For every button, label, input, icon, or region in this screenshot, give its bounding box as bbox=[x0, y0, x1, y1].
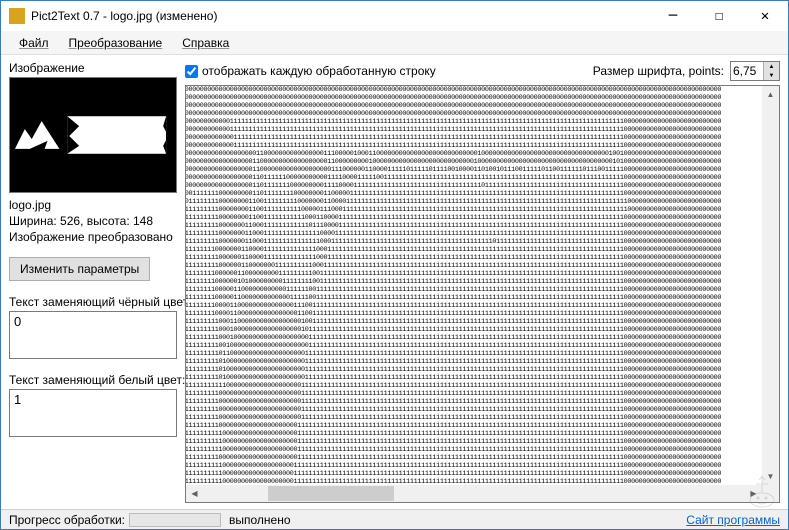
minimize-button[interactable]: ─ bbox=[650, 1, 696, 31]
app-icon bbox=[9, 8, 25, 24]
show-lines-checkbox[interactable] bbox=[185, 65, 198, 78]
site-link[interactable]: Сайт программы bbox=[686, 513, 780, 527]
image-section-label: Изображение bbox=[9, 61, 177, 75]
image-status: Изображение преобразовано bbox=[9, 229, 177, 245]
image-filename: logo.jpg bbox=[9, 197, 177, 213]
black-text-input[interactable] bbox=[9, 311, 177, 359]
scroll-corner bbox=[762, 485, 779, 502]
progress-label: Прогресс обработки: bbox=[9, 513, 125, 527]
scroll-left-icon[interactable]: ◀ bbox=[186, 485, 203, 502]
scroll-up-icon[interactable]: ▲ bbox=[762, 86, 779, 103]
statusbar: Прогресс обработки: выполнено Сайт прогр… bbox=[1, 509, 788, 529]
font-size-label: Размер шрифта, points: bbox=[593, 64, 724, 78]
close-button[interactable]: ✕ bbox=[742, 1, 788, 31]
show-lines-label: отображать каждую обработанную строку bbox=[202, 64, 436, 78]
scrollbar-horizontal[interactable]: ◀ ▶ bbox=[186, 485, 762, 502]
progress-bar bbox=[129, 513, 221, 527]
scroll-right-icon[interactable]: ▶ bbox=[745, 485, 762, 502]
image-preview bbox=[9, 77, 177, 193]
image-dimensions: Ширина: 526, высота: 148 bbox=[9, 213, 177, 229]
font-size-up[interactable]: ▲ bbox=[764, 62, 779, 71]
status-done: выполнено bbox=[229, 513, 686, 527]
window-title: Pict2Text 0.7 - logo.jpg (изменено) bbox=[31, 9, 650, 23]
font-size-spinner[interactable]: ▲ ▼ bbox=[730, 61, 780, 81]
titlebar: Pict2Text 0.7 - logo.jpg (изменено) ─ ☐ … bbox=[1, 1, 788, 31]
white-text-label: Текст заменяющий белый цвет: bbox=[9, 373, 177, 387]
scrollbar-vertical[interactable]: ▲ ▼ bbox=[762, 86, 779, 485]
change-params-button[interactable]: Изменить параметры bbox=[9, 257, 150, 281]
maximize-button[interactable]: ☐ bbox=[696, 1, 742, 31]
menu-file[interactable]: Файл bbox=[9, 33, 59, 53]
scroll-down-icon[interactable]: ▼ bbox=[762, 468, 779, 485]
black-text-label: Текст заменяющий чёрный цвет: bbox=[9, 295, 177, 309]
font-size-down[interactable]: ▼ bbox=[764, 71, 779, 80]
menu-help[interactable]: Справка bbox=[172, 33, 239, 53]
image-info: logo.jpg Ширина: 526, высота: 148 Изобра… bbox=[9, 197, 177, 245]
preview-image bbox=[10, 111, 176, 159]
output-area: 0000000000000000000000000000000000000000… bbox=[185, 85, 780, 503]
menu-transform[interactable]: Преобразование bbox=[59, 33, 173, 53]
scroll-thumb-horizontal[interactable] bbox=[268, 486, 394, 501]
font-size-input[interactable] bbox=[731, 62, 763, 80]
menubar: Файл Преобразование Справка bbox=[1, 31, 788, 55]
white-text-input[interactable] bbox=[9, 389, 177, 437]
output-text[interactable]: 0000000000000000000000000000000000000000… bbox=[185, 86, 762, 485]
